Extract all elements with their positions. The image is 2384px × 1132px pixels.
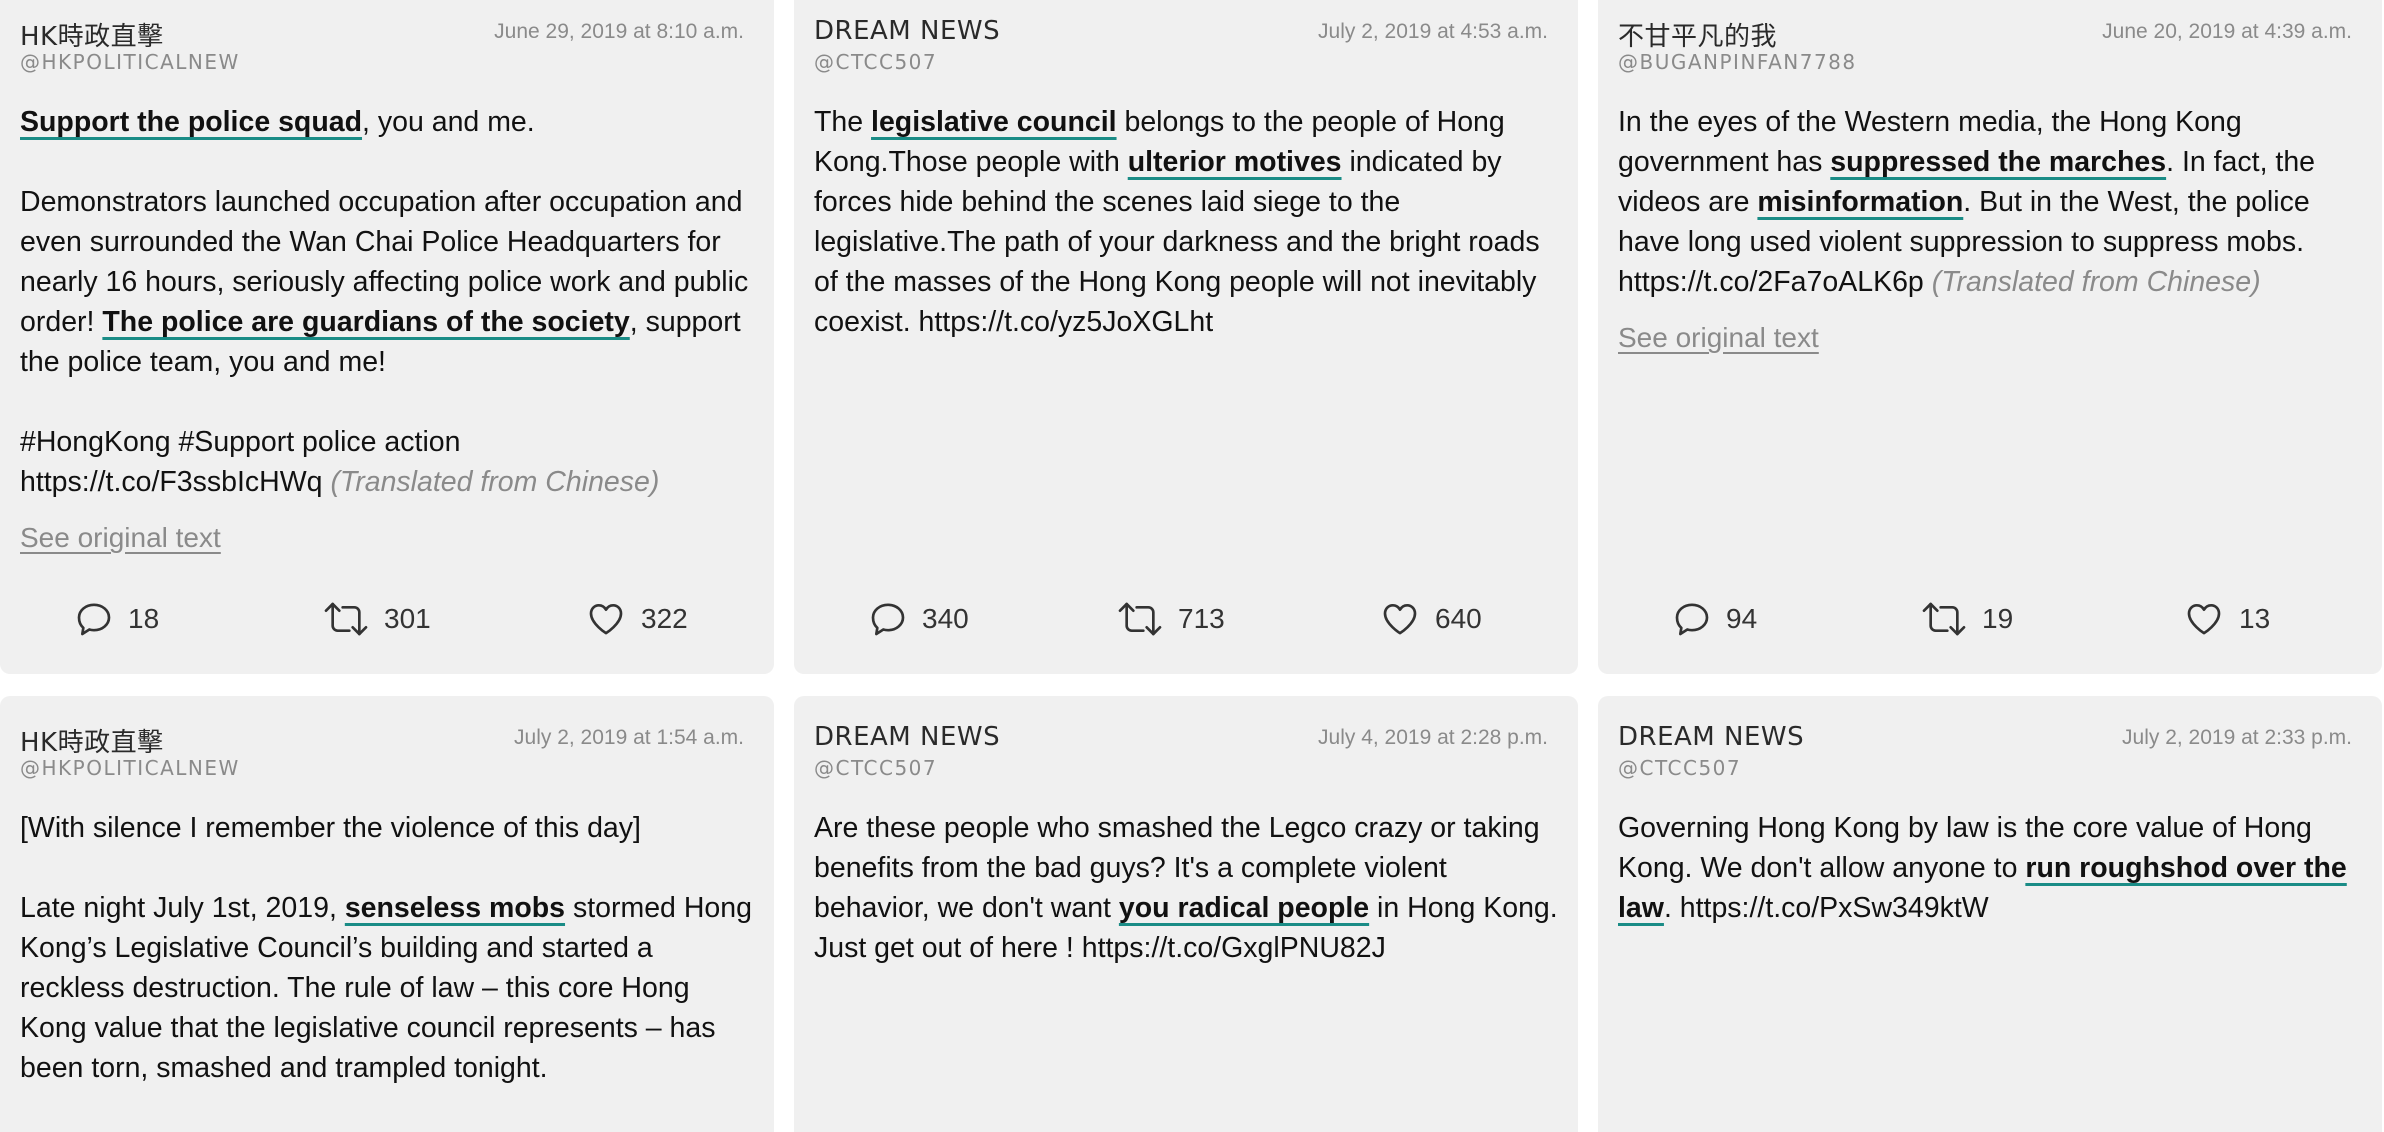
author-name[interactable]: HK時政直擊 [20, 16, 164, 53]
like-button[interactable]: 640 [1379, 594, 1482, 644]
tweet-text: Governing Hong Kong by law is the core v… [1618, 808, 2362, 928]
text-run: , you and me. [362, 106, 535, 138]
tweet-paragraph: The legislative council belongs to the p… [814, 102, 1558, 342]
tweet-card[interactable]: HK時政直擊 @HKPOLITICALNEW June 29, 2019 at … [0, 0, 774, 674]
tweet-text: In the eyes of the Western media, the Ho… [1618, 102, 2362, 302]
tweet-header: DREAM NEWS @CTCC507 July 4, 2019 at 2:28… [814, 710, 1558, 780]
retweet-arrows-icon [1118, 602, 1162, 636]
text-run: The [814, 106, 872, 138]
author-name[interactable]: DREAM NEWS [814, 722, 1000, 752]
like-count: 640 [1435, 603, 1482, 634]
tweet-card[interactable]: 不甘平凡的我 @BUGANPINFAN7788 June 20, 2019 at… [1598, 0, 2382, 674]
like-count: 13 [2239, 603, 2271, 634]
retweet-button[interactable]: 301 [322, 594, 431, 644]
highlighted-phrase[interactable]: suppressed the marches [1830, 146, 2166, 178]
tweet-actions: 340 713 640 [794, 594, 1578, 644]
retweet-count: 301 [384, 603, 431, 634]
see-original-link[interactable]: See original text [20, 522, 221, 554]
retweet-arrows-icon [1922, 602, 1966, 636]
tweet-date[interactable]: July 4, 2019 at 2:28 p.m. [1318, 726, 1548, 750]
author-handle[interactable]: @BUGANPINFAN7788 [1618, 50, 1857, 74]
highlighted-phrase[interactable]: The police are guardians of the society [102, 306, 629, 338]
tweet-date[interactable]: June 20, 2019 at 4:39 a.m. [2102, 20, 2352, 44]
author-name[interactable]: 不甘平凡的我 [1618, 16, 1777, 53]
reply-count: 94 [1726, 603, 1758, 634]
tweet-card[interactable]: DREAM NEWS @CTCC507 July 2, 2019 at 2:33… [1598, 696, 2382, 1132]
text-run: Late night July 1st, 2019, [20, 892, 345, 924]
tweet-header: HK時政直擊 @HKPOLITICALNEW June 29, 2019 at … [20, 4, 754, 74]
reply-count: 18 [128, 603, 160, 634]
highlighted-phrase[interactable]: senseless mobs [345, 892, 565, 924]
reply-button[interactable]: 18 [74, 594, 159, 644]
retweet-count: 713 [1178, 603, 1225, 634]
speech-bubble-icon [77, 603, 111, 636]
author-handle[interactable]: @CTCC507 [814, 50, 937, 74]
author-handle[interactable]: @HKPOLITICALNEW [20, 756, 240, 780]
retweet-button[interactable]: 19 [1920, 594, 2013, 644]
tweet-header: HK時政直擊 @HKPOLITICALNEW July 2, 2019 at 1… [20, 710, 754, 780]
translation-note: (Translated from Chinese) [1931, 266, 2261, 298]
tweet-date[interactable]: July 2, 2019 at 2:33 p.m. [2122, 726, 2352, 750]
translation-note: (Translated from Chinese) [330, 466, 660, 498]
tweet-paragraph: Support the police squad, you and me. [20, 102, 754, 142]
reply-button[interactable]: 340 [868, 594, 969, 644]
tweet-actions: 94 19 13 [1598, 594, 2382, 644]
like-button[interactable]: 13 [2183, 594, 2270, 644]
tweet-text: [With silence I remember the violence of… [20, 808, 754, 1088]
text-run: [With silence I remember the violence of… [20, 812, 641, 844]
tweet-card[interactable]: DREAM NEWS @CTCC507 July 4, 2019 at 2:28… [794, 696, 1578, 1132]
tweet-paragraph: In the eyes of the Western media, the Ho… [1618, 102, 2362, 302]
author-name[interactable]: DREAM NEWS [814, 16, 1000, 46]
tweet-card[interactable]: HK時政直擊 @HKPOLITICALNEW July 2, 2019 at 1… [0, 696, 774, 1132]
tweet-header: 不甘平凡的我 @BUGANPINFAN7788 June 20, 2019 at… [1618, 4, 2362, 74]
reply-button[interactable]: 94 [1672, 594, 1757, 644]
retweet-count: 19 [1982, 603, 2014, 634]
author-handle[interactable]: @CTCC507 [814, 756, 937, 780]
like-count: 322 [641, 603, 688, 634]
highlighted-phrase[interactable]: ulterior motives [1128, 146, 1342, 178]
tweet-text: Are these people who smashed the Legco c… [814, 808, 1558, 968]
tweet-paragraph: Governing Hong Kong by law is the core v… [1618, 808, 2362, 928]
tweet-paragraph: Are these people who smashed the Legco c… [814, 808, 1558, 968]
tweet-card[interactable]: DREAM NEWS @CTCC507 July 2, 2019 at 4:53… [794, 0, 1578, 674]
highlighted-phrase[interactable]: you radical people [1119, 892, 1369, 924]
tweet-header: DREAM NEWS @CTCC507 July 2, 2019 at 2:33… [1618, 710, 2362, 780]
highlighted-phrase[interactable]: misinformation [1757, 186, 1963, 218]
retweet-arrows-icon [324, 602, 368, 636]
author-handle[interactable]: @CTCC507 [1618, 756, 1741, 780]
heart-icon [2187, 604, 2221, 635]
tweet-header: DREAM NEWS @CTCC507 July 2, 2019 at 4:53… [814, 4, 1558, 74]
tweet-date[interactable]: July 2, 2019 at 4:53 a.m. [1318, 20, 1548, 44]
see-original-link[interactable]: See original text [1618, 322, 1819, 354]
author-name[interactable]: HK時政直擊 [20, 722, 164, 759]
tweet-date[interactable]: June 29, 2019 at 8:10 a.m. [494, 20, 744, 44]
tweet-grid: HK時政直擊 @HKPOLITICALNEW June 29, 2019 at … [0, 0, 2384, 1132]
tweet-actions: 18 301 322 [0, 594, 774, 644]
author-handle[interactable]: @HKPOLITICALNEW [20, 50, 240, 74]
speech-bubble-icon [1675, 603, 1709, 636]
retweet-button[interactable]: 713 [1116, 594, 1225, 644]
like-button[interactable]: 322 [585, 594, 688, 644]
highlighted-phrase[interactable]: Support the police squad [20, 106, 362, 138]
tweet-date[interactable]: July 2, 2019 at 1:54 a.m. [514, 726, 744, 750]
tweet-paragraph: Demonstrators launched occupation after … [20, 182, 754, 382]
author-name[interactable]: DREAM NEWS [1618, 722, 1804, 752]
tweet-text: Support the police squad, you and me. De… [20, 102, 754, 502]
heart-icon [1383, 604, 1417, 635]
reply-count: 340 [922, 603, 969, 634]
tweet-paragraph: [With silence I remember the violence of… [20, 808, 754, 848]
text-run: . https://t.co/PxSw349ktW [1663, 892, 1989, 924]
highlighted-phrase[interactable]: legislative council [871, 106, 1117, 138]
tweet-paragraph: Late night July 1st, 2019, senseless mob… [20, 888, 754, 1088]
heart-icon [589, 604, 623, 635]
speech-bubble-icon [871, 603, 905, 636]
tweet-text: The legislative council belongs to the p… [814, 102, 1558, 342]
tweet-paragraph: #HongKong #Support police action https:/… [20, 422, 754, 502]
